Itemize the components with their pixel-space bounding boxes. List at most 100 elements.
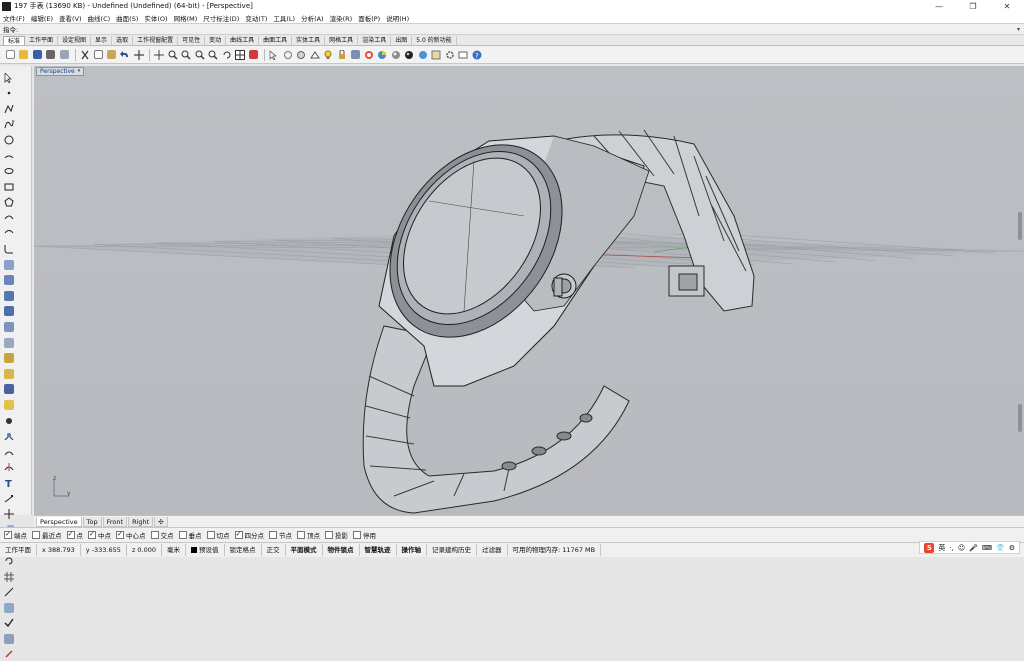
help-icon[interactable]: ? bbox=[471, 49, 483, 61]
surface-extrude-icon[interactable] bbox=[2, 274, 15, 287]
snap-end[interactable]: 端点 bbox=[4, 530, 27, 540]
paste-icon[interactable] bbox=[106, 49, 118, 61]
tab-transform[interactable]: 变动 bbox=[205, 36, 227, 45]
menu-edit[interactable]: 编辑(E) bbox=[31, 13, 53, 23]
ime-keyboard-icon[interactable]: ⌨ bbox=[982, 544, 992, 552]
perspective-viewport[interactable]: Perspective ▾ z y bbox=[34, 66, 1024, 515]
toggle-ortho[interactable]: 正交 bbox=[262, 544, 286, 556]
ime-punctuation-icon[interactable]: ·, bbox=[949, 544, 953, 552]
checkbox[interactable] bbox=[234, 530, 243, 539]
tab-select[interactable]: 选取 bbox=[112, 36, 134, 45]
zoom-window-icon[interactable] bbox=[180, 49, 192, 61]
tab-right[interactable]: Right bbox=[128, 516, 154, 527]
menu-help[interactable]: 说明(H) bbox=[386, 13, 409, 23]
tab-perspective[interactable]: Perspective bbox=[36, 516, 82, 527]
tab-cplanes[interactable]: 工作平面 bbox=[25, 36, 59, 45]
zoom-selected-icon[interactable] bbox=[207, 49, 219, 61]
menu-analyze[interactable]: 分析(A) bbox=[301, 13, 324, 23]
snap-center[interactable]: 中心点 bbox=[116, 530, 146, 540]
tab-drafting[interactable]: 出图 bbox=[391, 36, 413, 45]
menu-transform[interactable]: 变动(T) bbox=[245, 13, 267, 23]
ime-emoji-icon[interactable]: ☺ bbox=[958, 544, 965, 552]
viewport-edge-handle[interactable] bbox=[1018, 404, 1022, 432]
render-tools-icon[interactable] bbox=[2, 632, 15, 645]
toggle-lock-grid[interactable]: 锁定格点 bbox=[225, 544, 262, 556]
four-view-icon[interactable] bbox=[234, 49, 246, 61]
checkbox[interactable] bbox=[206, 531, 215, 539]
checkbox[interactable] bbox=[178, 531, 187, 539]
move-icon[interactable] bbox=[2, 508, 15, 521]
properties-icon[interactable] bbox=[349, 49, 361, 61]
minimize-button[interactable]: — bbox=[922, 0, 956, 12]
cplane-icon[interactable] bbox=[309, 49, 321, 61]
ime-settings-icon[interactable]: ⚙ bbox=[1009, 544, 1015, 552]
snap-quadrant[interactable]: 四分点 bbox=[234, 530, 264, 540]
viewport-edge-handle[interactable] bbox=[1018, 212, 1022, 240]
checkbox[interactable] bbox=[66, 530, 75, 539]
restore-button[interactable]: ❐ bbox=[956, 0, 990, 12]
snap-knot[interactable]: 节点 bbox=[269, 530, 292, 540]
tab-top[interactable]: Top bbox=[82, 516, 102, 527]
menu-curve[interactable]: 曲线(C) bbox=[88, 13, 111, 23]
snap-point[interactable]: 点 bbox=[66, 530, 83, 540]
solid-cylinder-icon[interactable] bbox=[2, 321, 15, 334]
command-line[interactable]: 指令: ▾ bbox=[0, 23, 1024, 35]
solid-edit-icon[interactable] bbox=[2, 336, 15, 349]
arc-icon[interactable] bbox=[2, 149, 15, 162]
light-bulb-icon[interactable] bbox=[322, 49, 334, 61]
boolean-icon[interactable] bbox=[2, 383, 15, 396]
close-button[interactable]: ✕ bbox=[990, 0, 1024, 12]
scale-icon[interactable] bbox=[2, 586, 15, 599]
options-icon[interactable] bbox=[444, 49, 456, 61]
checkbox[interactable] bbox=[325, 531, 333, 539]
tab-surface-tools[interactable]: 曲面工具 bbox=[259, 36, 293, 45]
snap-project[interactable]: 投影 bbox=[325, 530, 348, 540]
point-icon[interactable] bbox=[2, 87, 15, 100]
undo-icon[interactable] bbox=[119, 49, 131, 61]
solid-tools-icon[interactable] bbox=[2, 305, 15, 318]
paint-icon[interactable] bbox=[2, 648, 15, 661]
status-units[interactable]: 毫米 bbox=[162, 544, 187, 556]
render-icon[interactable] bbox=[390, 49, 402, 61]
pan-icon[interactable] bbox=[133, 49, 145, 61]
osnap-icon[interactable] bbox=[295, 49, 307, 61]
status-layer[interactable]: 预设值 bbox=[186, 544, 225, 556]
circle-icon[interactable] bbox=[2, 133, 15, 146]
checkbox[interactable] bbox=[88, 530, 96, 539]
curve-tools-icon[interactable] bbox=[2, 227, 15, 240]
tab-new-in-v5[interactable]: 5.0 的新功能 bbox=[412, 36, 457, 45]
analyze-icon[interactable] bbox=[2, 601, 15, 614]
add-viewport-tab-icon[interactable]: ✣ bbox=[154, 516, 168, 527]
tab-front[interactable]: Front bbox=[102, 516, 128, 527]
checkbox[interactable] bbox=[269, 531, 277, 539]
checkbox[interactable] bbox=[32, 531, 40, 539]
snap-intersection[interactable]: 交点 bbox=[150, 530, 174, 540]
toggle-osnap[interactable]: 物件锁点 bbox=[323, 544, 360, 556]
mesh-tools-icon[interactable] bbox=[2, 367, 15, 380]
snap-disable[interactable]: 停用 bbox=[353, 530, 376, 540]
tab-viewport-layout[interactable]: 工作视窗配置 bbox=[133, 36, 179, 45]
mesh-icon[interactable] bbox=[2, 352, 15, 365]
surface-corner-icon[interactable] bbox=[2, 258, 15, 271]
cut-icon[interactable] bbox=[79, 49, 91, 61]
join-icon[interactable] bbox=[2, 430, 15, 443]
rotate-view-icon[interactable] bbox=[153, 49, 165, 61]
check-icon[interactable] bbox=[2, 617, 15, 630]
tab-standard[interactable]: 标准 bbox=[3, 36, 26, 45]
tab-visibility[interactable]: 可见性 bbox=[178, 36, 206, 45]
render-color-icon[interactable] bbox=[376, 49, 388, 61]
freeform-icon[interactable] bbox=[2, 211, 15, 224]
tab-set-view[interactable]: 设定视图 bbox=[58, 36, 92, 45]
layout-icon[interactable] bbox=[58, 49, 70, 61]
menu-render[interactable]: 渲染(R) bbox=[330, 13, 353, 23]
tab-solid-tools[interactable]: 实体工具 bbox=[292, 36, 326, 45]
sogou-logo[interactable]: S bbox=[924, 542, 935, 553]
viewport-title[interactable]: Perspective ▾ bbox=[36, 67, 85, 76]
menu-panels[interactable]: 面板(P) bbox=[358, 13, 380, 23]
rectangle-icon[interactable] bbox=[2, 180, 15, 193]
save-icon[interactable] bbox=[31, 49, 43, 61]
snap-perpendicular[interactable]: 垂点 bbox=[178, 530, 202, 540]
ime-mic-icon[interactable]: 🎤 bbox=[969, 544, 978, 552]
toggle-filter[interactable]: 过滤器 bbox=[477, 544, 508, 556]
environment-icon[interactable] bbox=[430, 49, 442, 61]
